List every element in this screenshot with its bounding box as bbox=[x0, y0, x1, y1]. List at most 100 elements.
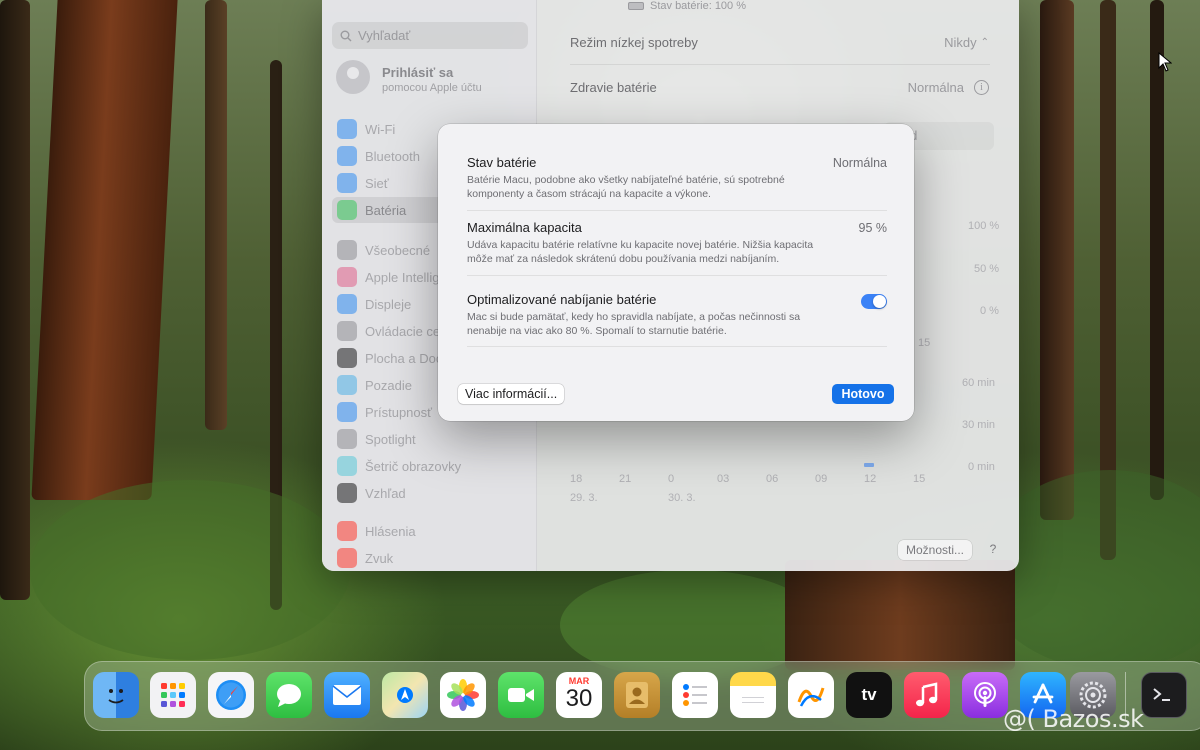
bell-icon bbox=[337, 521, 357, 541]
max-capacity-description: Udáva kapacitu batérie relatívne ku kapa… bbox=[467, 239, 814, 265]
done-button[interactable]: Hotovo bbox=[832, 384, 894, 404]
battery-icon bbox=[337, 200, 357, 220]
max-capacity-title: Maximálna kapacita bbox=[467, 220, 582, 235]
reminders-icon[interactable] bbox=[672, 672, 718, 718]
sidebar-item-label: Wi-Fi bbox=[365, 121, 396, 137]
battery-health-sheet: Stav batérie Normálna Batérie Macu, podo… bbox=[438, 124, 914, 421]
x-tick: 21 bbox=[619, 473, 632, 485]
switches-icon bbox=[337, 321, 357, 341]
tree-trunk bbox=[0, 0, 30, 600]
dock-icon bbox=[337, 348, 357, 368]
battery-health-row: Zdravie batérie Normálna i bbox=[552, 68, 1007, 106]
x-tick: 03 bbox=[717, 473, 730, 485]
battery-level-text: Stav batérie: 100 % bbox=[650, 0, 747, 12]
battery-icon bbox=[628, 2, 644, 10]
options-button[interactable]: Možnosti... bbox=[898, 540, 973, 560]
safari-icon[interactable] bbox=[208, 672, 254, 718]
divider bbox=[467, 275, 887, 276]
battery-status-title: Stav batérie bbox=[467, 155, 537, 170]
finder-icon[interactable] bbox=[93, 672, 139, 718]
sidebar-item-notifications[interactable]: Hlásenia bbox=[332, 518, 528, 544]
low-power-mode-value: Nikdy bbox=[944, 34, 977, 50]
account-name: Prihlásiť sa bbox=[382, 65, 454, 80]
facetime-icon[interactable] bbox=[498, 672, 544, 718]
accessibility-icon bbox=[337, 402, 357, 422]
search-field[interactable]: Vyhľadať bbox=[332, 22, 528, 49]
sidebar-item-label: Šetrič obrazovky bbox=[365, 458, 462, 474]
screen-saver-icon bbox=[337, 456, 357, 476]
siri-icon bbox=[337, 267, 357, 287]
freeform-icon[interactable] bbox=[788, 672, 834, 718]
launchpad-icon[interactable] bbox=[150, 672, 196, 718]
podcasts-icon[interactable] bbox=[962, 672, 1008, 718]
battery-status-description: Batérie Macu, podobne ako všetky nabíjat… bbox=[467, 174, 785, 200]
sidebar-item-label: Bluetooth bbox=[365, 148, 420, 164]
globe-icon bbox=[337, 173, 357, 193]
x-tick: 18 bbox=[570, 473, 583, 485]
sidebar-item-label: Plocha a Dock bbox=[365, 350, 449, 366]
notes-icon[interactable] bbox=[730, 672, 776, 718]
sidebar-item-screen-saver[interactable]: Šetrič obrazovky bbox=[332, 453, 528, 479]
contacts-icon[interactable] bbox=[614, 672, 660, 718]
sidebar-item-label: Displeje bbox=[365, 296, 412, 312]
sidebar-item-sound[interactable]: Zvuk bbox=[332, 545, 528, 571]
search-icon bbox=[340, 30, 352, 41]
apple-tv-icon[interactable]: tv bbox=[846, 672, 892, 718]
battery-status-section: Stav batérie Normálna Batérie Macu, podo… bbox=[467, 155, 887, 201]
y-axis-time-label: 30 min bbox=[962, 419, 996, 431]
wifi-icon bbox=[337, 119, 357, 139]
sidebar-item-label: Spotlight bbox=[365, 431, 416, 447]
help-button[interactable]: ? bbox=[982, 538, 1004, 560]
optimized-charging-toggle[interactable] bbox=[861, 294, 887, 309]
battery-health-value: Normálna bbox=[907, 79, 964, 95]
battery-level-status: Stav batérie: 100 % bbox=[628, 0, 746, 12]
magnifier-icon bbox=[337, 429, 357, 449]
low-power-mode-select[interactable]: Nikdy ⌃ bbox=[944, 35, 989, 50]
divider bbox=[467, 346, 887, 347]
tree-trunk bbox=[785, 560, 1015, 670]
more-info-button[interactable]: Viac informácií... bbox=[458, 384, 565, 404]
optimized-charging-section: Optimalizované nabíjanie batérie Mac si … bbox=[467, 292, 887, 338]
info-icon[interactable]: i bbox=[974, 79, 989, 95]
x-tick: 09 bbox=[815, 473, 828, 485]
wallpaper-icon bbox=[337, 375, 357, 395]
y-axis-label: 50 % bbox=[974, 263, 1000, 275]
x-axis-label: 15 bbox=[918, 337, 931, 349]
low-power-mode-row[interactable]: Režim nízkej spotreby Nikdy ⌃ bbox=[552, 23, 1007, 61]
mail-icon[interactable] bbox=[324, 672, 370, 718]
bazos-watermark: @( Bazos.sk bbox=[1003, 705, 1144, 733]
x-tick: 0 bbox=[668, 473, 675, 485]
sidebar-item-label: Batéria bbox=[365, 202, 407, 218]
calendar-day: 30 bbox=[565, 685, 593, 712]
music-icon[interactable] bbox=[904, 672, 950, 718]
photos-icon[interactable] bbox=[440, 672, 486, 718]
apple-tv-label: tv bbox=[861, 685, 877, 704]
search-placeholder: Vyhľadať bbox=[358, 28, 411, 43]
sidebar-item-label: Hlásenia bbox=[365, 523, 416, 539]
terminal-icon[interactable] bbox=[1141, 672, 1187, 718]
account-sign-in[interactable]: Prihlásiť sa pomocou Apple účtu bbox=[336, 60, 482, 95]
appearance-icon bbox=[337, 483, 357, 503]
messages-icon[interactable] bbox=[266, 672, 312, 718]
tree-trunk bbox=[31, 0, 179, 500]
sidebar-item-appearance[interactable]: Vzhľad bbox=[332, 480, 528, 506]
optimized-charging-description: Mac si bude pamätať, kedy ho spravidla n… bbox=[467, 311, 801, 337]
updown-chevron-icon: ⌃ bbox=[980, 36, 989, 48]
optimized-charging-title: Optimalizované nabíjanie batérie bbox=[467, 292, 657, 307]
y-axis-time-label: 0 min bbox=[968, 461, 995, 473]
max-capacity-section: Maximálna kapacita 95 % Udáva kapacitu b… bbox=[467, 220, 887, 266]
battery-status-value: Normálna bbox=[832, 156, 887, 170]
calendar-icon[interactable]: MAR 30 bbox=[556, 672, 602, 718]
maps-icon[interactable] bbox=[382, 672, 428, 718]
x-tick: 15 bbox=[913, 473, 926, 485]
x-tick: 12 bbox=[864, 473, 877, 485]
gear-icon bbox=[337, 240, 357, 260]
x-tick: 06 bbox=[766, 473, 779, 485]
foliage bbox=[30, 480, 350, 660]
bluetooth-icon bbox=[337, 146, 357, 166]
tree-trunk bbox=[1040, 0, 1074, 520]
sidebar-item-label: Vzhľad bbox=[365, 485, 406, 501]
max-capacity-value: 95 % bbox=[858, 221, 888, 235]
sidebar-item-spotlight[interactable]: Spotlight bbox=[332, 426, 528, 452]
tree-trunk bbox=[1150, 0, 1164, 500]
